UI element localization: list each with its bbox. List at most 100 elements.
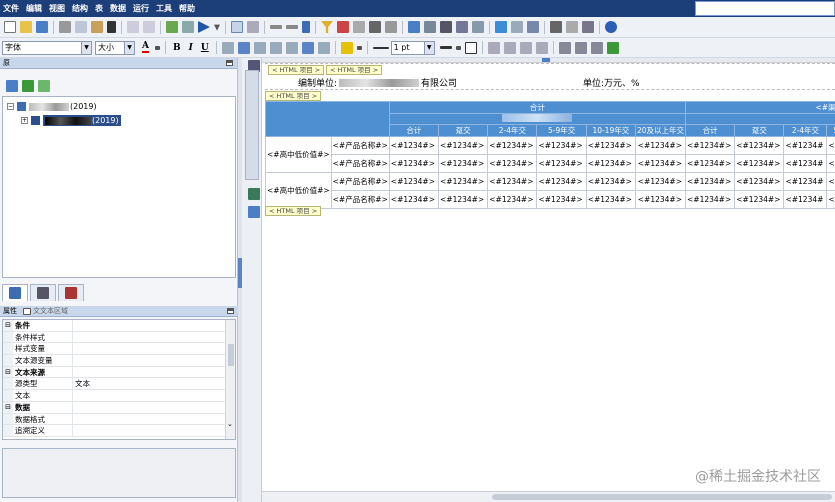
pick-style-icon[interactable] — [574, 41, 587, 54]
sub-header-cell[interactable]: 2-4年交 — [487, 124, 538, 137]
value-cell[interactable]: <#1234#> — [585, 172, 636, 191]
minimize-icon[interactable] — [227, 308, 234, 314]
collapse-icon[interactable]: − — [7, 103, 14, 110]
property-row[interactable]: 数据格式 — [3, 413, 235, 426]
value-cell[interactable]: <#1234#> — [734, 172, 785, 191]
property-category[interactable]: ⊟ 条件 — [3, 320, 235, 332]
crosstab-corner[interactable] — [265, 101, 390, 137]
value-cell[interactable]: <#1234#> — [684, 190, 736, 209]
value-cell[interactable]: <# — [826, 154, 835, 173]
value-cell[interactable]: <#1234#> — [388, 154, 440, 173]
value-cell[interactable]: <#1234#> — [634, 190, 687, 209]
line-width-select[interactable]: 1 pt ▼ — [390, 40, 435, 55]
crosstab-icon[interactable] — [456, 21, 468, 33]
paste-icon[interactable] — [91, 21, 103, 33]
header-channel[interactable]: <#渠道 — [685, 101, 835, 114]
value-cell[interactable]: <#1234#> — [536, 172, 587, 191]
back-icon[interactable] — [270, 25, 282, 29]
selector-icon[interactable] — [23, 307, 31, 315]
header-blurred[interactable] — [388, 113, 687, 125]
query-explorer-icon[interactable] — [248, 188, 260, 200]
property-row[interactable]: 文本源变量 — [3, 355, 235, 367]
chevron-down-icon[interactable] — [356, 45, 362, 50]
property-row[interactable]: 追溯定义 — [3, 425, 235, 437]
page-explorer-tab[interactable] — [245, 70, 259, 180]
menu-structure[interactable]: 结构 — [72, 3, 88, 14]
value-cell[interactable]: <#1234#> — [585, 154, 636, 173]
suppress-icon[interactable] — [337, 21, 349, 33]
product-cell[interactable]: <#产品名称#> — [330, 154, 390, 173]
collapse-icon[interactable]: ⊟ — [3, 401, 13, 413]
tree-selected-item[interactable]: (2019) — [43, 115, 121, 126]
border-icon[interactable] — [464, 41, 477, 54]
align-left-icon[interactable] — [221, 41, 234, 54]
tree-item-root[interactable]: − (2019) — [7, 101, 97, 112]
pivot-icon[interactable] — [511, 21, 523, 33]
value-cell[interactable]: <#1234#> — [734, 136, 785, 155]
line-color-icon[interactable] — [439, 46, 452, 49]
excel-icon[interactable] — [606, 41, 619, 54]
format-icon[interactable] — [385, 21, 397, 33]
help-icon[interactable] — [605, 21, 617, 33]
menu-edit[interactable]: 编辑 — [26, 3, 42, 14]
value-cell[interactable]: <#1234#> — [684, 172, 736, 191]
horizontal-scrollbar[interactable] — [262, 491, 835, 502]
chevron-down-icon[interactable]: ⌄ — [227, 420, 233, 428]
header-total[interactable]: 合计 — [388, 101, 687, 114]
run-dropdown-icon[interactable] — [214, 24, 220, 31]
open-icon[interactable] — [20, 21, 32, 33]
property-category[interactable]: ⊟ 数据 — [3, 401, 235, 414]
value-cell[interactable]: <# — [826, 190, 835, 209]
value-cell[interactable]: <#1234#> — [438, 172, 489, 191]
forward-icon[interactable] — [286, 25, 298, 29]
tree-view[interactable]: − (2019) + (2019) — [2, 96, 236, 278]
sort-icon[interactable] — [353, 21, 365, 33]
value-cell[interactable]: <#1234#> — [487, 154, 538, 173]
scrollbar-thumb[interactable] — [228, 344, 234, 366]
sub-header-cell[interactable]: 趸交 — [438, 124, 489, 137]
filter-icon[interactable] — [321, 21, 333, 33]
header-blank[interactable] — [685, 113, 835, 125]
valign-middle-icon[interactable] — [301, 41, 314, 54]
align-center-icon[interactable] — [237, 41, 250, 54]
menu-run[interactable]: 运行 — [133, 3, 149, 14]
html-item-tag[interactable]: < HTML 项目 > — [326, 65, 383, 75]
save-icon[interactable] — [36, 21, 48, 33]
value-cell[interactable]: <#1234# — [783, 190, 828, 209]
collapse-icon[interactable]: ⊟ — [3, 320, 13, 331]
expand-icon[interactable]: + — [21, 117, 28, 124]
sub-header-cell[interactable]: 20及以上年交 — [634, 124, 687, 137]
property-scrollbar[interactable]: ⌄ — [225, 320, 235, 439]
position-icon[interactable] — [535, 41, 548, 54]
tree-item-report[interactable]: + (2019) — [21, 115, 121, 126]
html-item-tag[interactable]: < HTML 项目 > — [265, 206, 322, 216]
apply-style-icon[interactable] — [590, 41, 603, 54]
font-color-button[interactable]: A — [142, 42, 149, 53]
align-right-icon[interactable] — [253, 41, 266, 54]
layout-icon[interactable] — [408, 21, 420, 33]
value-cell[interactable]: <#1234# — [783, 154, 828, 173]
sum-icon[interactable] — [369, 21, 381, 33]
merge-icon[interactable] — [566, 21, 578, 33]
value-cell[interactable]: <#1234#> — [684, 136, 736, 155]
delete-icon[interactable] — [107, 21, 116, 33]
menu-file[interactable]: 文件 — [3, 3, 19, 14]
table-icon[interactable] — [550, 21, 562, 33]
page-icon[interactable] — [247, 21, 259, 33]
list-icon[interactable] — [472, 21, 484, 33]
cut-style-icon[interactable] — [558, 41, 571, 54]
menu-tools[interactable]: 工具 — [156, 3, 172, 14]
tab-toolbox[interactable] — [30, 284, 56, 301]
value-cell[interactable]: <#1234#> — [536, 190, 587, 209]
size-icon[interactable] — [519, 41, 532, 54]
new-icon[interactable] — [4, 21, 16, 33]
value-cell[interactable]: <#1234#> — [684, 154, 736, 173]
row-group-cell[interactable]: <#高中低价值#> — [265, 136, 332, 173]
value-cell[interactable]: <#1234#> — [487, 136, 538, 155]
chart-icon[interactable] — [495, 21, 507, 33]
chevron-down-icon[interactable] — [455, 45, 461, 50]
condition-explorer-icon[interactable] — [248, 206, 260, 218]
property-row[interactable]: 样式变量 — [3, 343, 235, 356]
html-item-tag[interactable]: < HTML 项目 > — [268, 65, 325, 75]
sub-header-cell[interactable]: 趸交 — [734, 124, 785, 137]
